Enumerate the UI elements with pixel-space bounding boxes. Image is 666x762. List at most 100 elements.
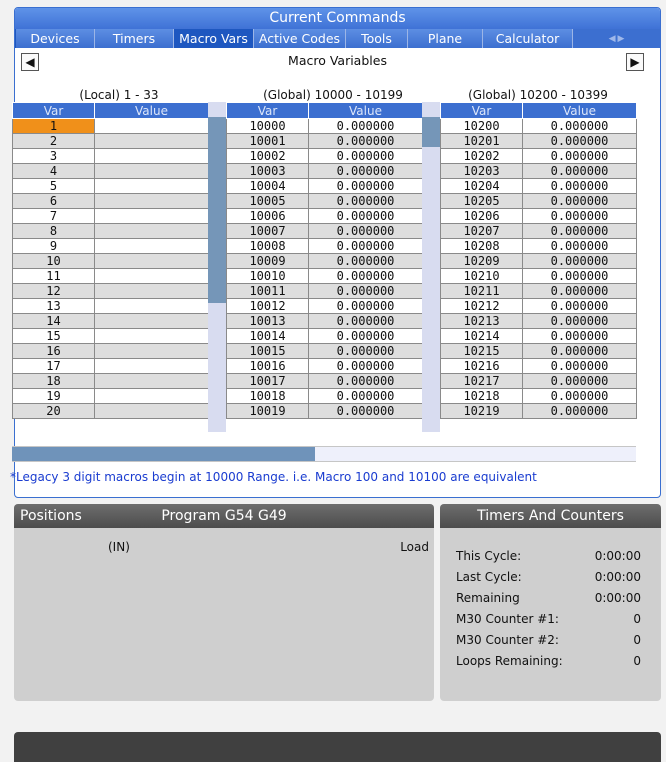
global-10000-var-row[interactable]: 10012 0.000000 <box>226 298 423 314</box>
global-10200-var-row[interactable]: 10210 0.000000 <box>440 268 637 284</box>
local-var-row[interactable]: 13 <box>12 298 209 314</box>
global-10000-var-var-cell[interactable]: 10014 <box>226 328 309 344</box>
global-10000-var-row[interactable]: 10002 0.000000 <box>226 148 423 164</box>
global-10200-var-row[interactable]: 10204 0.000000 <box>440 178 637 194</box>
global-10200-var-row[interactable]: 10217 0.000000 <box>440 373 637 389</box>
local-var-row[interactable]: 8 <box>12 223 209 239</box>
global-10000-var-row[interactable]: 10000 0.000000 <box>226 118 423 134</box>
global-10200-var-value-cell[interactable]: 0.000000 <box>522 133 637 149</box>
local-var-var-cell[interactable]: 7 <box>12 208 95 224</box>
global-10000-var-var-cell[interactable]: 10007 <box>226 223 309 239</box>
global-10000-var-var-cell[interactable]: 10015 <box>226 343 309 359</box>
tab-macro-vars[interactable]: Macro Vars <box>174 29 254 48</box>
global-10200-var-row[interactable]: 10205 0.000000 <box>440 193 637 209</box>
global-10000-var-row[interactable]: 10019 0.000000 <box>226 403 423 419</box>
global-10200-var-value-cell[interactable]: 0.000000 <box>522 388 637 404</box>
global-10000-var-var-cell[interactable]: 10017 <box>226 373 309 389</box>
global-10200-var-value-cell[interactable]: 0.000000 <box>522 373 637 389</box>
global-10200-var-row[interactable]: 10200 0.000000 <box>440 118 637 134</box>
global-10000-var-value-cell[interactable]: 0.000000 <box>308 208 423 224</box>
local-var-row[interactable]: 12 <box>12 283 209 299</box>
global-10200-var-row[interactable]: 10211 0.000000 <box>440 283 637 299</box>
local-var-var-cell[interactable]: 4 <box>12 163 95 179</box>
global-10200-var-var-cell[interactable]: 10203 <box>440 163 523 179</box>
global-10000-var-row[interactable]: 10010 0.000000 <box>226 268 423 284</box>
global-10000-var-value-cell[interactable]: 0.000000 <box>308 133 423 149</box>
global-10200-var-value-cell[interactable]: 0.000000 <box>522 223 637 239</box>
tab-timers[interactable]: Timers <box>95 29 174 48</box>
global-10000-var-row[interactable]: 10014 0.000000 <box>226 328 423 344</box>
local-var-var-cell[interactable]: 18 <box>12 373 95 389</box>
global-10000-var-var-cell[interactable]: 10012 <box>226 298 309 314</box>
global-10000-var-var-cell[interactable]: 10005 <box>226 193 309 209</box>
local-var-value-cell[interactable] <box>94 268 209 284</box>
local-var-var-cell[interactable]: 6 <box>12 193 95 209</box>
global-10000-var-row[interactable]: 10003 0.000000 <box>226 163 423 179</box>
global-10000-var-value-cell[interactable]: 0.000000 <box>308 358 423 374</box>
global-10200-var-row[interactable]: 10216 0.000000 <box>440 358 637 374</box>
next-page-button[interactable]: ▶ <box>626 53 644 71</box>
local-var-value-cell[interactable] <box>94 358 209 374</box>
local-var-value-cell[interactable] <box>94 328 209 344</box>
local-var-var-cell[interactable]: 3 <box>12 148 95 164</box>
global-10200-var-value-cell[interactable]: 0.000000 <box>522 193 637 209</box>
local-var-row[interactable]: 9 <box>12 238 209 254</box>
global-10000-var-value-cell[interactable]: 0.000000 <box>308 238 423 254</box>
global-10200-var-var-cell[interactable]: 10219 <box>440 403 523 419</box>
tab-scroll-buttons[interactable]: ◀ ▶ <box>573 29 660 48</box>
global-10000-var-value-cell[interactable]: 0.000000 <box>308 178 423 194</box>
local-var-value-cell[interactable] <box>94 148 209 164</box>
local-var-var-cell[interactable]: 9 <box>12 238 95 254</box>
local-var-var-cell[interactable]: 12 <box>12 283 95 299</box>
global-10200-var-row[interactable]: 10202 0.000000 <box>440 148 637 164</box>
global-10000-var-var-cell[interactable]: 10011 <box>226 283 309 299</box>
local-var-row[interactable]: 10 <box>12 253 209 269</box>
global-10000-var-var-cell[interactable]: 10016 <box>226 358 309 374</box>
local-var-value-cell[interactable] <box>94 313 209 329</box>
global-10000-var-row[interactable]: 10006 0.000000 <box>226 208 423 224</box>
global-10200-var-var-cell[interactable]: 10205 <box>440 193 523 209</box>
global-10000-var-var-cell[interactable]: 10006 <box>226 208 309 224</box>
tab-calculator[interactable]: Calculator <box>483 29 573 48</box>
local-var-row[interactable]: 18 <box>12 373 209 389</box>
global-10000-var-row[interactable]: 10004 0.000000 <box>226 178 423 194</box>
global-10200-var-value-cell[interactable]: 0.000000 <box>522 148 637 164</box>
global-10000-var-value-cell[interactable]: 0.000000 <box>308 163 423 179</box>
global-10200-var-row[interactable]: 10218 0.000000 <box>440 388 637 404</box>
local-var-value-cell[interactable] <box>94 343 209 359</box>
local-var-var-cell[interactable]: 20 <box>12 403 95 419</box>
global-10200-var-row[interactable]: 10201 0.000000 <box>440 133 637 149</box>
horizontal-scrollbar[interactable] <box>12 446 636 462</box>
global-10200-var-var-cell[interactable]: 10215 <box>440 343 523 359</box>
horizontal-scroll-thumb[interactable] <box>12 447 315 461</box>
global-10200-var-value-cell[interactable]: 0.000000 <box>522 358 637 374</box>
global-10200-var-var-cell[interactable]: 10213 <box>440 313 523 329</box>
local-var-var-cell[interactable]: 19 <box>12 388 95 404</box>
local-var-value-cell[interactable] <box>94 193 209 209</box>
tab-active-codes[interactable]: Active Codes <box>254 29 346 48</box>
global-10000-var-row[interactable]: 10015 0.000000 <box>226 343 423 359</box>
global-10200-var-var-cell[interactable]: 10212 <box>440 298 523 314</box>
tab-plane[interactable]: Plane <box>408 29 483 48</box>
global-10000-var-value-cell[interactable]: 0.000000 <box>308 328 423 344</box>
local-var-value-cell[interactable] <box>94 133 209 149</box>
global-10000-var-var-cell[interactable]: 10000 <box>226 118 309 134</box>
global-10000-var-value-cell[interactable]: 0.000000 <box>308 193 423 209</box>
global-10200-var-var-cell[interactable]: 10207 <box>440 223 523 239</box>
global-10200-var-value-cell[interactable]: 0.000000 <box>522 208 637 224</box>
global-10200-var-var-cell[interactable]: 10211 <box>440 283 523 299</box>
global-10200-var-var-cell[interactable]: 10216 <box>440 358 523 374</box>
local-var-row[interactable]: 1 <box>12 118 209 134</box>
global-10000-var-value-cell[interactable]: 0.000000 <box>308 268 423 284</box>
global-10000-var-row[interactable]: 10017 0.000000 <box>226 373 423 389</box>
local-var-value-cell[interactable] <box>94 178 209 194</box>
global-10000-var-row[interactable]: 10013 0.000000 <box>226 313 423 329</box>
global-10200-var-value-cell[interactable]: 0.000000 <box>522 238 637 254</box>
local-var-row[interactable]: 17 <box>12 358 209 374</box>
global-10200-var-row[interactable]: 10206 0.000000 <box>440 208 637 224</box>
local-var-var-cell[interactable]: 13 <box>12 298 95 314</box>
global-10200-var-var-cell[interactable]: 10214 <box>440 328 523 344</box>
local-var-var-cell[interactable]: 14 <box>12 313 95 329</box>
local-var-row[interactable]: 15 <box>12 328 209 344</box>
global-10200-var-var-cell[interactable]: 10218 <box>440 388 523 404</box>
